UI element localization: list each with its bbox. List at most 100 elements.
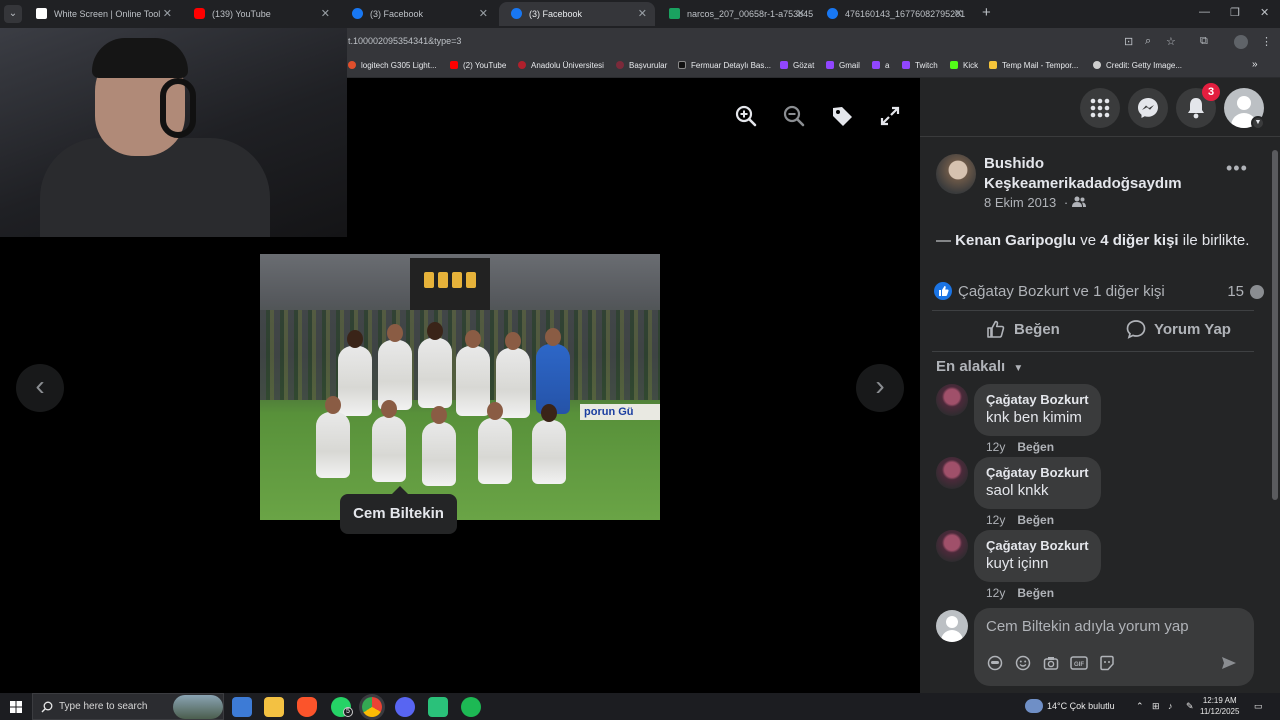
task-view-app-icon[interactable] — [232, 697, 252, 717]
comment-sort-dropdown[interactable]: En alakalı ▼ — [936, 358, 1023, 375]
menu-grid-icon[interactable] — [1080, 88, 1120, 128]
zoom-out-icon[interactable] — [776, 98, 812, 134]
camera-icon[interactable] — [1042, 654, 1060, 672]
bookmark-basvurular[interactable]: Başvurular — [616, 61, 667, 70]
comment-like-button[interactable]: Beğen — [1017, 440, 1054, 454]
install-app-icon[interactable]: ⊡ — [1124, 35, 1133, 48]
taskbar-clock[interactable]: 12:19 AM 11/12/2025 — [1200, 695, 1239, 717]
tray-chevron-icon[interactable]: ⌃ — [1136, 701, 1144, 712]
close-tab-icon[interactable]: ✕ — [796, 2, 805, 26]
commenter-name[interactable]: Çağatay Bozkurt — [986, 537, 1089, 554]
commenter-name[interactable]: Çağatay Bozkurt — [986, 464, 1089, 481]
previous-photo-button[interactable]: ‹ — [16, 364, 64, 412]
bookmark-a[interactable]: a — [872, 61, 889, 70]
post-author-name[interactable]: Bushido Keşkeamerikadadoğsaydım — [984, 154, 1214, 194]
next-photo-button[interactable]: › — [856, 364, 904, 412]
bookmark-gmail[interactable]: Gmail — [826, 61, 860, 70]
bookmark-star-icon[interactable]: ☆ — [1166, 35, 1176, 48]
taskbar-search-box[interactable]: Type here to search — [32, 693, 224, 720]
messenger-icon[interactable] — [1128, 88, 1168, 128]
comment-count[interactable]: 15 — [1227, 283, 1264, 300]
bookmark-fermuar[interactable]: Fermuar Detaylı Bas... — [678, 61, 771, 70]
bookmark-getty[interactable]: Credit: Getty Image... — [1093, 61, 1182, 70]
composer-avatar[interactable] — [936, 610, 968, 642]
audience-friends-icon[interactable]: · — [1064, 195, 1086, 210]
menu-dots-icon[interactable]: ⋮ — [1261, 35, 1272, 48]
volume-icon[interactable]: ♪ — [1168, 701, 1173, 711]
comment-age[interactable]: 12y — [986, 586, 1005, 600]
network-icon[interactable]: ⊞ — [1152, 701, 1160, 712]
bookmark-youtube[interactable]: (2) YouTube — [450, 61, 506, 70]
tab-image[interactable]: 476160143_16776082795201 ✕ — [815, 2, 971, 26]
profile-icon[interactable] — [1234, 35, 1248, 49]
tab-search-button[interactable]: ⌄ — [4, 5, 22, 23]
chrome-icon[interactable] — [362, 697, 382, 717]
close-tab-icon[interactable]: ✕ — [954, 2, 963, 26]
close-tab-icon[interactable]: ✕ — [321, 2, 330, 26]
commenter-name[interactable]: Çağatay Bozkurt — [986, 391, 1089, 408]
panel-scrollbar[interactable] — [1272, 150, 1278, 500]
restore-button[interactable]: ❐ — [1230, 6, 1240, 19]
brave-browser-icon[interactable] — [297, 697, 317, 717]
tab-white-screen[interactable]: White Screen | Online Tool ✕ — [24, 2, 180, 26]
team-photo[interactable]: porun Gü — [260, 254, 660, 520]
like-button[interactable]: Beğen — [986, 319, 1060, 339]
action-center-icon[interactable]: ▭ — [1254, 701, 1263, 712]
tagged-others-link[interactable]: 4 diğer kişi — [1100, 232, 1178, 249]
close-window-button[interactable]: ✕ — [1260, 6, 1269, 19]
bookmark-gozat[interactable]: Gözat — [780, 61, 814, 70]
tab-youtube[interactable]: (139) YouTube ✕ — [182, 2, 338, 26]
screen: ⌄ White Screen | Online Tool ✕ (139) YouT… — [0, 0, 1280, 720]
commenter-avatar[interactable] — [936, 384, 968, 416]
photo-tag-label[interactable]: Cem Biltekin — [340, 486, 457, 534]
sticker-icon[interactable] — [1098, 654, 1116, 672]
account-chevron-icon[interactable]: ▼ — [1251, 116, 1265, 130]
weather-text[interactable]: 14°C Çok bulutlu — [1047, 701, 1115, 711]
bookmark-logitech[interactable]: logitech G305 Light... — [348, 61, 437, 70]
gif-icon[interactable]: GIF — [1070, 654, 1088, 672]
fullscreen-icon[interactable] — [872, 98, 908, 134]
close-tab-icon[interactable]: ✕ — [638, 2, 647, 26]
commenter-avatar[interactable] — [936, 457, 968, 489]
extensions-icon[interactable]: ⧉ — [1200, 35, 1208, 48]
new-tab-button[interactable]: + — [982, 4, 991, 21]
app-icon[interactable] — [428, 697, 448, 717]
comment-like-button[interactable]: Beğen — [1017, 513, 1054, 527]
post-options-icon[interactable]: ••• — [1226, 158, 1248, 179]
close-tab-icon[interactable]: ✕ — [479, 2, 488, 26]
avatar-sticker-icon[interactable] — [986, 654, 1004, 672]
tab-facebook-active[interactable]: (3) Facebook ✕ — [499, 2, 655, 26]
bookmark-temp-mail[interactable]: Temp Mail - Tempor... — [989, 61, 1078, 70]
commenter-avatar[interactable] — [936, 530, 968, 562]
minimize-button[interactable]: — — [1199, 6, 1210, 18]
weather-icon[interactable] — [1025, 699, 1043, 713]
comment-button[interactable]: Yorum Yap — [1126, 319, 1231, 339]
spotify-icon[interactable] — [461, 697, 481, 717]
url-text[interactable]: t.100002095354341&type=3 — [348, 36, 461, 46]
author-avatar[interactable] — [936, 154, 976, 194]
tagged-person-link[interactable]: Kenan Garipoglu — [955, 232, 1076, 249]
file-explorer-icon[interactable] — [264, 697, 284, 717]
zoom-in-icon[interactable] — [728, 98, 764, 134]
comment-age[interactable]: 12y — [986, 440, 1005, 454]
post-date[interactable]: 8 Ekim 2013 — [984, 195, 1056, 210]
emoji-icon[interactable] — [1014, 654, 1032, 672]
pen-icon[interactable]: ✎ — [1186, 701, 1194, 712]
send-icon[interactable] — [1220, 654, 1238, 672]
kick-icon — [950, 61, 958, 69]
comment-age[interactable]: 12y — [986, 513, 1005, 527]
bookmark-anadolu[interactable]: Anadolu Üniversitesi — [518, 61, 604, 70]
zoom-icon[interactable]: ⌕ — [1145, 35, 1151, 48]
bookmark-kick[interactable]: Kick — [950, 61, 978, 70]
tab-narcos[interactable]: narcos_207_00658r-1-a753b45 ✕ — [657, 2, 813, 26]
comment-like-button[interactable]: Beğen — [1017, 586, 1054, 600]
more-bookmarks-icon[interactable]: » — [1252, 59, 1258, 70]
tab-facebook-1[interactable]: (3) Facebook ✕ — [340, 2, 496, 26]
discord-icon[interactable] — [395, 697, 415, 717]
close-tab-icon[interactable]: ✕ — [163, 2, 172, 26]
comment-input[interactable] — [986, 618, 1236, 635]
windows-start-icon[interactable] — [10, 701, 22, 713]
bookmark-twitch[interactable]: Twitch — [902, 61, 938, 70]
tag-icon[interactable] — [824, 98, 860, 134]
reaction-names[interactable]: Çağatay Bozkurt ve 1 diğer kişi — [958, 283, 1165, 300]
